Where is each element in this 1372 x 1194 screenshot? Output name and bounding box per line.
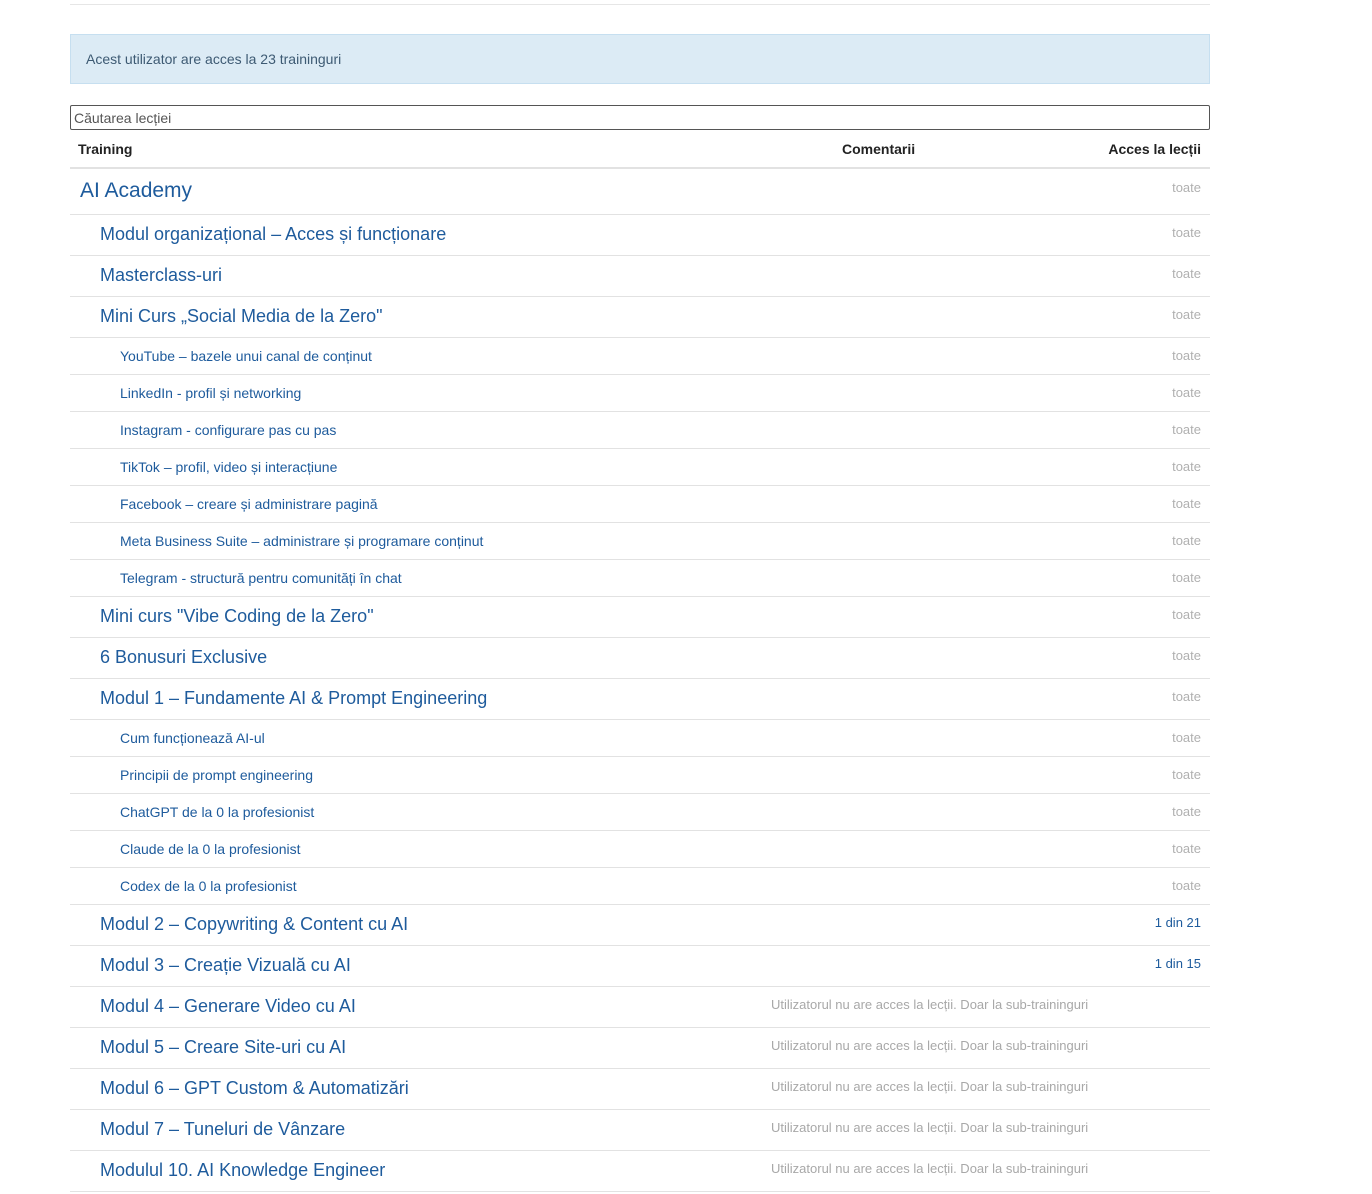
table-row: Masterclass-uri toate xyxy=(70,256,1210,297)
table-row: TikTok – profil, video și interacțiune to… xyxy=(70,449,1210,486)
training-title-link[interactable]: Modul 7 – Tuneluri de Vânzare xyxy=(100,1119,345,1140)
training-title-link[interactable]: Cum funcționează AI-ul xyxy=(120,730,265,746)
training-title-link[interactable]: AI Academy xyxy=(80,179,192,203)
lesson-access-value: toate xyxy=(1172,533,1201,548)
no-lesson-access-note: Utilizatorul nu are acces la lecții. Doa… xyxy=(771,1038,1089,1053)
table-row: Meta Business Suite – administrare și pr… xyxy=(70,523,1210,560)
table-row: Principii de prompt engineering toate xyxy=(70,757,1210,794)
lesson-access-value: toate xyxy=(1172,570,1201,585)
table-row: Modul 5 – Creare Site-uri cu AI Utilizato… xyxy=(70,1028,1210,1069)
training-title-link[interactable]: 6 Bonusuri Exclusive xyxy=(100,647,267,668)
training-title-link[interactable]: Telegram - structură pentru comunități î… xyxy=(120,570,402,586)
lesson-access-value: toate xyxy=(1172,607,1201,622)
table-row: Modul 3 – Creație Vizuală cu AI 1 din 15 xyxy=(70,946,1210,987)
training-title-link[interactable]: Masterclass-uri xyxy=(100,265,222,286)
table-row: Telegram - structură pentru comunități î… xyxy=(70,560,1210,597)
training-title-link[interactable]: Codex de la 0 la profesionist xyxy=(120,878,297,894)
table-row: Claude de la 0 la profesionist toate xyxy=(70,831,1210,868)
lesson-access-value: toate xyxy=(1172,648,1201,663)
table-row: Modul 7 – Tuneluri de Vânzare Utilizatoru… xyxy=(70,1110,1210,1151)
lesson-access-value: toate xyxy=(1172,767,1201,782)
training-title-link[interactable]: Modul organizațional – Acces și funcțion… xyxy=(100,224,446,245)
table-row: Facebook – creare și administrare pagină… xyxy=(70,486,1210,523)
header-comments: Comentarii xyxy=(842,141,916,157)
training-title-link[interactable]: Modul 1 – Fundamente AI & Prompt Enginee… xyxy=(100,688,487,709)
table-row: Modul 1 – Fundamente AI & Prompt Enginee… xyxy=(70,679,1210,720)
lesson-access-value: toate xyxy=(1172,385,1201,400)
table-row: LinkedIn - profil și networking toate xyxy=(70,375,1210,412)
no-lesson-access-note: Utilizatorul nu are acces la lecții. Doa… xyxy=(771,1120,1089,1135)
no-lesson-access-note: Utilizatorul nu are acces la lecții. Doa… xyxy=(771,997,1089,1012)
table-row: Modul 2 – Copywriting & Content cu AI 1 d… xyxy=(70,905,1210,946)
training-title-link[interactable]: Instagram - configurare pas cu pas xyxy=(120,422,336,438)
lesson-access-value: toate xyxy=(1172,266,1201,281)
lesson-access-value: toate xyxy=(1172,689,1201,704)
lesson-access-value: toate xyxy=(1172,878,1201,893)
table-row: Mini Curs „Social Media de la Zero" toate xyxy=(70,297,1210,338)
training-title-link[interactable]: Modul 3 – Creație Vizuală cu AI xyxy=(100,955,351,976)
training-table-body: AI Academy toate Modul organizațional – Ac… xyxy=(70,169,1210,1192)
access-info-alert: Acest utilizator are acces la 23 trainin… xyxy=(70,34,1210,84)
table-header: Training Comentarii Acces la lecții xyxy=(70,130,1210,169)
lesson-access-value: toate xyxy=(1172,348,1201,363)
lesson-access-value: toate xyxy=(1172,225,1201,240)
lesson-access-value: toate xyxy=(1172,804,1201,819)
top-divider xyxy=(70,0,1210,5)
training-access-panel: Acest utilizator are acces la 23 trainin… xyxy=(70,0,1210,1192)
training-title-link[interactable]: Modul 2 – Copywriting & Content cu AI xyxy=(100,914,408,935)
lesson-access-value: toate xyxy=(1172,307,1201,322)
lesson-access-value: toate xyxy=(1172,841,1201,856)
header-access: Acces la lecții xyxy=(1108,141,1201,157)
training-title-link[interactable]: Claude de la 0 la profesionist xyxy=(120,841,301,857)
header-training: Training xyxy=(78,141,133,157)
lesson-access-value: toate xyxy=(1172,180,1201,195)
training-title-link[interactable]: Modul 6 – GPT Custom & Automatizări xyxy=(100,1078,409,1099)
table-row: ChatGPT de la 0 la profesionist toate xyxy=(70,794,1210,831)
lesson-access-value: 1 din 21 xyxy=(1154,915,1201,930)
lesson-access-value: toate xyxy=(1172,730,1201,745)
training-title-link[interactable]: Principii de prompt engineering xyxy=(120,767,313,783)
training-title-link[interactable]: LinkedIn - profil și networking xyxy=(120,385,301,401)
no-lesson-access-note: Utilizatorul nu are acces la lecții. Doa… xyxy=(771,1079,1089,1094)
table-row: Codex de la 0 la profesionist toate xyxy=(70,868,1210,905)
training-title-link[interactable]: Mini Curs „Social Media de la Zero" xyxy=(100,306,383,327)
lesson-access-value: toate xyxy=(1172,459,1201,474)
training-title-link[interactable]: TikTok – profil, video și interacțiune xyxy=(120,459,337,475)
table-row: Instagram - configurare pas cu pas toate xyxy=(70,412,1210,449)
table-row: Modulul 10. AI Knowledge Engineer Utiliza… xyxy=(70,1151,1210,1192)
lesson-search-input[interactable] xyxy=(70,105,1210,130)
training-title-link[interactable]: ChatGPT de la 0 la profesionist xyxy=(120,804,314,820)
table-row: AI Academy toate xyxy=(70,169,1210,215)
no-lesson-access-note: Utilizatorul nu are acces la lecții. Doa… xyxy=(771,1161,1089,1176)
lesson-access-value: toate xyxy=(1172,422,1201,437)
access-info-text: Acest utilizator are acces la 23 trainin… xyxy=(86,51,342,67)
table-row: Cum funcționează AI-ul toate xyxy=(70,720,1210,757)
table-row: 6 Bonusuri Exclusive toate xyxy=(70,638,1210,679)
lesson-access-value: 1 din 15 xyxy=(1154,956,1201,971)
training-title-link[interactable]: Meta Business Suite – administrare și pr… xyxy=(120,533,483,549)
training-title-link[interactable]: Modul 5 – Creare Site-uri cu AI xyxy=(100,1037,346,1058)
table-row: Mini curs "Vibe Coding de la Zero" toate xyxy=(70,597,1210,638)
table-row: Modul 6 – GPT Custom & Automatizări Utili… xyxy=(70,1069,1210,1110)
training-title-link[interactable]: Mini curs "Vibe Coding de la Zero" xyxy=(100,606,374,627)
table-row: YouTube – bazele unui canal de conținut t… xyxy=(70,338,1210,375)
table-row: Modul 4 – Generare Video cu AI Utilizator… xyxy=(70,987,1210,1028)
table-row: Modul organizațional – Acces și funcțion… xyxy=(70,215,1210,256)
training-title-link[interactable]: Facebook – creare și administrare pagină xyxy=(120,496,378,512)
training-title-link[interactable]: Modulul 10. AI Knowledge Engineer xyxy=(100,1160,385,1181)
training-title-link[interactable]: YouTube – bazele unui canal de conținut xyxy=(120,348,372,364)
training-title-link[interactable]: Modul 4 – Generare Video cu AI xyxy=(100,996,356,1017)
lesson-access-value: toate xyxy=(1172,496,1201,511)
